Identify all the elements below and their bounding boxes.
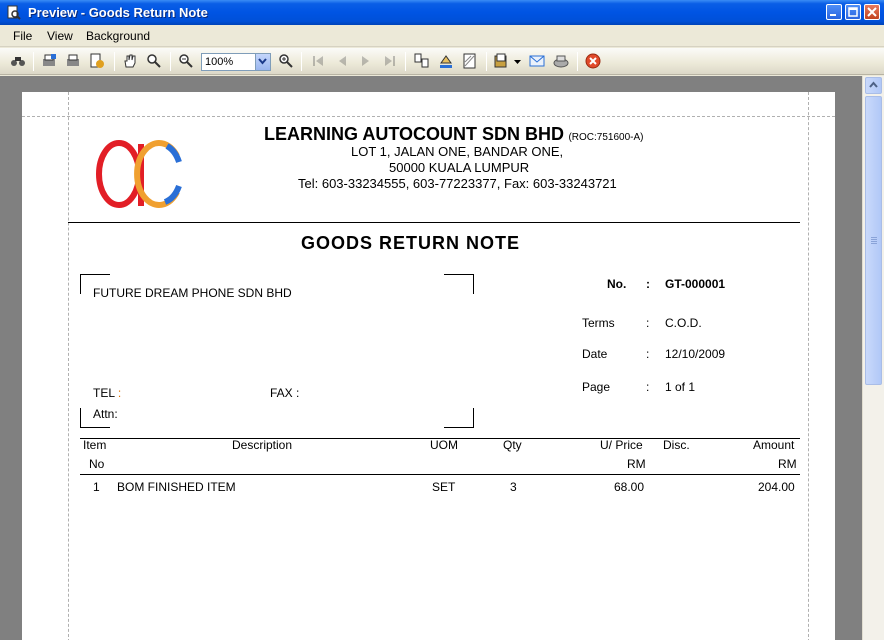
menu-background[interactable]: Background [86,29,150,43]
send-fax-icon[interactable] [553,53,569,69]
preview-viewport[interactable]: LEARNING AUTOCOUNT SDN BHD (ROC:751600-A… [0,76,862,640]
date-colon: : [646,347,650,361]
previous-page-icon[interactable] [334,53,350,69]
maximize-icon [848,7,858,17]
date-label: Date [582,347,608,361]
report-page: LEARNING AUTOCOUNT SDN BHD (ROC:751600-A… [22,92,835,640]
col-uom-header: UOM [430,438,458,452]
col-amount-header: Amount [753,438,795,452]
close-preview-icon[interactable] [585,53,601,69]
company-address-1: LOT 1, JALAN ONE, BANDAR ONE, [351,144,564,159]
preview-app-icon [7,5,21,20]
date-value: 12/10/2009 [665,347,726,361]
title-bar[interactable]: Preview - Goods Return Note [0,0,884,25]
col-item-header: Item [83,438,107,452]
tel-label: TEL : [93,386,122,400]
row-item-no: 1 [93,480,100,494]
document-number: GT-000001 [665,277,726,291]
row-unit-price: 68.00 [614,480,645,494]
hand-tool-icon[interactable] [122,53,138,69]
scroll-up-button[interactable] [865,77,882,94]
company-header: LEARNING AUTOCOUNT SDN BHD (ROC:751600-A… [264,124,643,145]
chevron-down-icon [258,58,267,65]
col-disc-header: Disc. [663,438,690,452]
col-price-header: U/ Price [600,438,643,452]
menu-bar: File View Background [0,25,884,47]
page-label: Page [582,380,611,394]
close-icon [867,7,877,17]
zoom-dropdown-button[interactable] [255,54,270,70]
row-description: BOM FINISHED ITEM [117,480,236,494]
print-setup-icon[interactable] [41,53,57,69]
vertical-scrollbar[interactable] [862,76,884,640]
row-uom: SET [432,480,456,494]
page-colon: : [646,380,650,394]
col-item-header-2: No [89,457,105,471]
row-amount: 204.00 [758,480,795,494]
print-icon[interactable] [65,53,81,69]
customer-name: FUTURE DREAM PHONE SDN BHD [93,286,292,300]
toolbar [0,48,884,75]
multi-page-icon[interactable] [414,53,430,69]
company-address-2: 50000 KUALA LUMPUR [389,160,530,175]
row-qty: 3 [510,480,517,494]
menu-file[interactable]: File [13,29,32,43]
col-price-header-2: RM [627,457,646,471]
export-icon[interactable] [494,53,510,69]
email-icon[interactable] [529,53,545,69]
minimize-button[interactable] [826,4,842,20]
col-amount-header-2: RM [778,457,797,471]
find-icon[interactable] [10,53,26,69]
page-value: 1 of 1 [665,380,696,394]
col-description-header: Description [232,438,293,452]
close-window-button[interactable] [864,4,880,20]
background-color-icon[interactable] [438,53,454,69]
company-logo [96,140,182,208]
company-contact: Tel: 603-33234555, 603-77223377, Fax: 60… [298,176,617,191]
col-qty-header: Qty [503,438,522,452]
first-page-icon[interactable] [310,53,326,69]
zoom-in-icon[interactable] [278,53,294,69]
zoom-select[interactable]: 100% [201,53,271,71]
minimize-icon [830,14,836,16]
no-colon: : [646,277,650,291]
no-label: No. [607,277,627,291]
document-title: GOODS RETURN NOTE [301,233,521,253]
company-name: LEARNING AUTOCOUNT SDN BHD [264,124,564,144]
last-page-icon[interactable] [382,53,398,69]
zoom-value: 100% [205,56,234,68]
terms-label: Terms [582,316,615,330]
company-roc: (ROC:751600-A) [568,132,644,143]
magnifier-icon[interactable] [146,53,162,69]
next-page-icon[interactable] [358,53,374,69]
zoom-out-icon[interactable] [178,53,194,69]
scroll-thumb[interactable] [865,96,882,385]
terms-value: C.O.D. [665,316,702,330]
window-title: Preview - Goods Return Note [28,5,208,20]
attn-label: Attn: [93,407,118,421]
menu-view[interactable]: View [47,29,73,43]
maximize-button[interactable] [845,4,861,20]
export-dropdown-icon[interactable] [514,60,521,64]
watermark-icon[interactable] [462,53,478,69]
fax-label: FAX : [270,386,300,400]
chevron-up-icon [869,81,878,88]
page-setup-icon[interactable] [89,53,105,69]
terms-colon: : [646,316,650,330]
